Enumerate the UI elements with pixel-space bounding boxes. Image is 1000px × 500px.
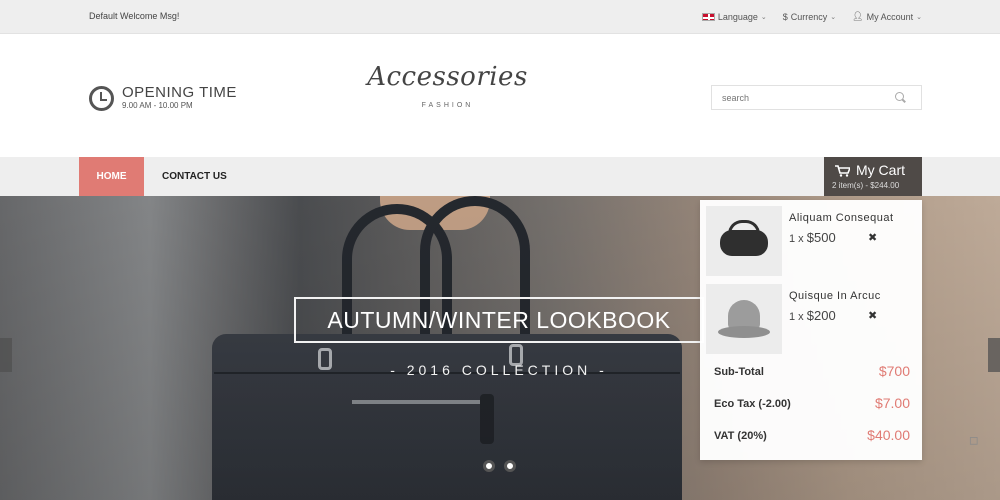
welcome-message: Default Welcome Msg! xyxy=(89,11,180,21)
logo-script: Accessories xyxy=(367,62,528,92)
chevron-down-icon: ⌄ xyxy=(830,13,837,21)
slider-title: AUTUMN/WINTER LOOKBOOK xyxy=(327,306,671,333)
cart-item-quantity: 1 x xyxy=(789,233,804,245)
subtotal-value: $700 xyxy=(878,363,910,379)
duffel-bag-icon[interactable] xyxy=(706,206,782,276)
account-label: My Account xyxy=(866,11,914,22)
cart-item-qty: 1 x $200 xyxy=(789,308,836,323)
slider-dot-1[interactable] xyxy=(483,460,495,472)
cart-item-qty: 1 x $500 xyxy=(789,230,836,245)
eco-tax-label: Eco Tax (-2.00) xyxy=(714,398,791,410)
user-icon: 👤︎ xyxy=(852,11,864,21)
subtotal-row: Sub-Total $700 xyxy=(714,363,910,383)
remove-item-icon[interactable]: ✖ xyxy=(868,231,877,244)
cart-button[interactable]: My Cart 2 item(s) - $244.00 xyxy=(824,157,922,196)
slider-dot-2[interactable] xyxy=(504,460,516,472)
nav-home[interactable]: HOME xyxy=(79,157,144,196)
uk-flag-icon xyxy=(701,12,715,21)
chevron-down-icon: ⌄ xyxy=(760,13,767,21)
header: OPENING TIME 9.00 AM - 10.00 PM Accessor… xyxy=(0,34,1000,157)
slider-prev-arrow[interactable] xyxy=(0,338,12,372)
cart-item: Quisque In Arcuc 1 x $200 ✖ xyxy=(706,284,916,356)
search-icon[interactable] xyxy=(895,92,904,101)
language-label: Language xyxy=(717,11,758,22)
remove-item-icon[interactable]: ✖ xyxy=(868,309,877,322)
language-dropdown[interactable]: Language ⌄ xyxy=(701,11,767,22)
site-logo[interactable]: Accessories FASHION xyxy=(365,62,530,118)
top-links: Language ⌄ $ Currency ⌄ 👤︎ My Account ⌄ xyxy=(701,11,922,22)
cart-item-price: $200 xyxy=(806,308,836,323)
cart-item-name[interactable]: Aliquam Consequat xyxy=(789,212,894,224)
shopping-cart-icon xyxy=(835,165,850,177)
vat-value: $40.00 xyxy=(867,427,910,443)
cart-item-quantity: 1 x xyxy=(789,311,804,323)
cart-dropdown: Aliquam Consequat 1 x $500 ✖ Quisque In … xyxy=(700,200,922,460)
eco-tax-row: Eco Tax (-2.00) $7.00 xyxy=(714,395,910,415)
main-nav: HOME CONTACT US My Cart 2 item(s) - $244… xyxy=(0,157,1000,196)
opening-hours: 9.00 AM - 10.00 PM xyxy=(122,101,193,110)
cart-item: Aliquam Consequat 1 x $500 ✖ xyxy=(706,206,916,278)
chevron-down-icon: ⌄ xyxy=(916,13,922,21)
cart-item-price: $500 xyxy=(806,230,836,245)
hat-icon[interactable] xyxy=(706,284,782,354)
logo-subtitle: FASHION xyxy=(421,102,474,109)
nav-contact-us[interactable]: CONTACT US xyxy=(162,157,227,196)
dollar-icon: $ xyxy=(782,11,788,22)
slider-subtitle: - 2016 COLLECTION - xyxy=(390,362,608,378)
cart-item-name[interactable]: Quisque In Arcuc xyxy=(789,290,881,302)
clock-icon xyxy=(89,86,114,111)
slider-next-arrow[interactable] xyxy=(988,338,1000,372)
cart-summary: 2 item(s) - $244.00 xyxy=(832,181,900,190)
top-bar: Default Welcome Msg! Language ⌄ $ Curren… xyxy=(0,0,1000,34)
opening-time-title: OPENING TIME xyxy=(122,84,237,101)
vat-label: VAT (20%) xyxy=(714,430,767,442)
currency-label: Currency xyxy=(790,11,828,22)
subtotal-label: Sub-Total xyxy=(714,366,764,378)
currency-dropdown[interactable]: $ Currency ⌄ xyxy=(783,11,836,22)
eco-tax-value: $7.00 xyxy=(874,395,910,411)
vat-row: VAT (20%) $40.00 xyxy=(714,427,910,447)
search-input[interactable] xyxy=(711,85,922,110)
account-dropdown[interactable]: 👤︎ My Account ⌄ xyxy=(852,11,922,22)
slider-title-box[interactable]: AUTUMN/WINTER LOOKBOOK xyxy=(294,297,704,343)
cart-title: My Cart xyxy=(856,162,905,178)
